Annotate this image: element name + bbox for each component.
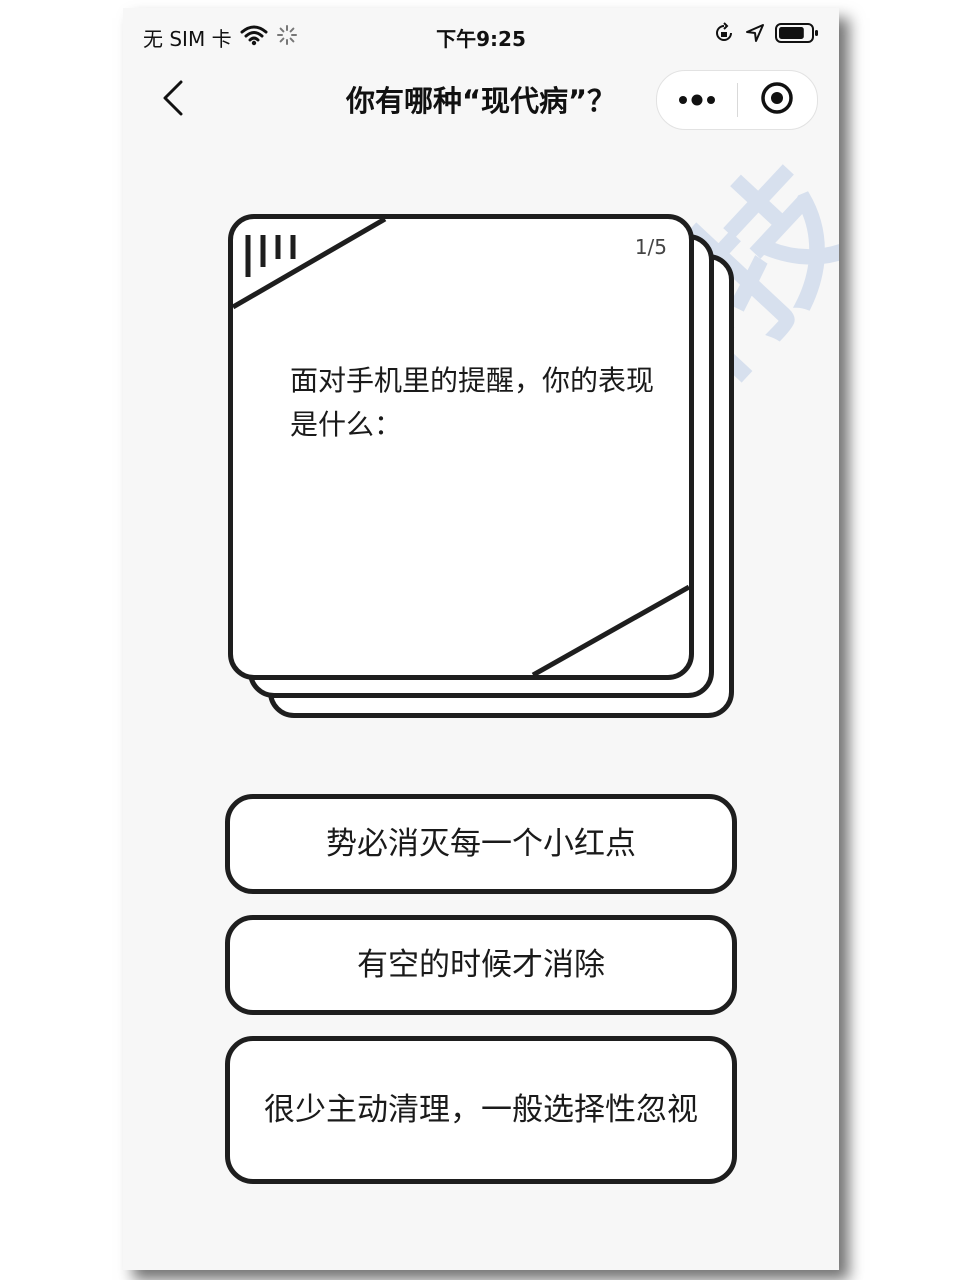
status-right — [713, 22, 819, 49]
question-card: 1/5 面对手机里的提醒，你的表现是什么： — [228, 214, 694, 680]
status-bar: 无 SIM 卡 下午9:25 — [123, 8, 839, 64]
rotation-lock-icon — [713, 22, 735, 49]
close-miniprogram-button[interactable] — [738, 71, 818, 129]
card-decoration — [233, 219, 689, 675]
more-dots-icon — [677, 91, 717, 110]
back-chevron-icon — [161, 80, 185, 120]
nav-bar: 你有哪种“现代病”？ — [123, 64, 839, 136]
option-3-button[interactable]: 很少主动清理，一般选择性忽视 — [225, 1036, 737, 1184]
question-progress: 1/5 — [634, 235, 667, 259]
page-title: 你有哪种“现代病”？ — [345, 84, 617, 118]
question-card-stack: 1/5 面对手机里的提醒，你的表现是什么： — [228, 214, 738, 720]
option-3-label: 很少主动清理，一般选择性忽视 — [264, 1092, 698, 1128]
more-button[interactable] — [657, 71, 737, 129]
miniprogram-capsule — [656, 70, 818, 130]
battery-icon — [775, 22, 819, 49]
question-text: 面对手机里的提醒，你的表现是什么： — [290, 364, 655, 441]
option-2-label: 有空的时候才消除 — [357, 947, 605, 983]
location-arrow-icon — [745, 23, 765, 48]
option-1-button[interactable]: 势必消灭每一个小红点 — [225, 794, 737, 894]
option-1-label: 势必消灭每一个小红点 — [326, 826, 636, 862]
phone-screen: 慧云科技 无 SIM 卡 — [123, 8, 839, 1270]
back-button[interactable] — [153, 78, 193, 122]
target-icon — [759, 80, 795, 120]
option-2-button[interactable]: 有空的时候才消除 — [225, 915, 737, 1015]
